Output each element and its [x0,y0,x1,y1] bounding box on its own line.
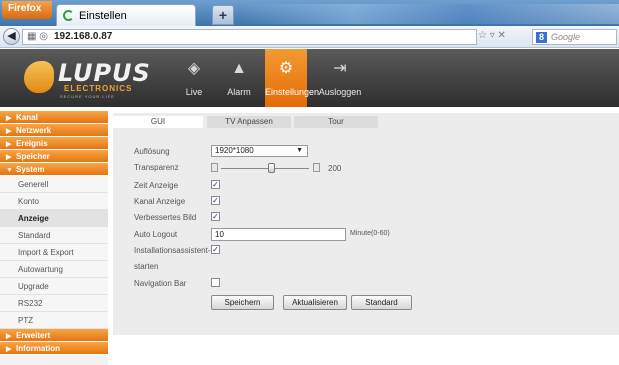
sidebar-item-anzeige[interactable]: Anzeige [0,210,108,227]
installationsassistent-label: Installationsassistent- [134,246,211,255]
sidebar-cat-erweitert[interactable]: ▶ Erweitert [0,329,108,342]
sidebar-item-ptz[interactable]: PTZ [0,312,108,329]
sidebar-cat-kanal[interactable]: ▶ Kanal [0,111,108,124]
sidebar-cat-netzwerk[interactable]: ▶ Netzwerk [0,124,108,137]
installationsassistent-checkbox[interactable]: ✓ [211,245,220,254]
transparenz-label: Transparenz [134,163,179,172]
sidebar-item-standard[interactable]: Standard [0,227,108,244]
settings-sidebar: ▶ Kanal ▶ Netzwerk ▶ Ereignis ▶ Speicher ▼ Sy… [0,111,108,365]
logo-tagline: SECURE YOUR LIFE [60,94,115,99]
auto-logout-unit: Minute(0-60) [350,230,390,237]
back-button[interactable]: ◀ [3,28,20,45]
auto-logout-label: Auto Logout [134,230,178,239]
slider-max-icon [313,163,320,172]
kanal-anzeige-checkbox[interactable]: ✓ [211,196,220,205]
nav-alarm[interactable]: ▲ Alarm [218,49,260,107]
site-icon: ▦ ◎ [27,31,48,42]
logo-name: LUPUS [58,59,151,87]
nav-live[interactable]: ◈ Live [173,49,215,107]
sidebar-item-konto[interactable]: Konto [0,193,108,210]
titlebar-background [240,4,619,24]
new-tab-button[interactable]: + [212,5,234,25]
url-controls[interactable]: ☆ ▿ ✕ [478,29,526,45]
browser-titlebar: Firefox Einstellen + [0,0,619,26]
verbessertes-bild-label: Verbessertes Bild [134,213,197,222]
refresh-button[interactable]: Aktualisieren [283,295,347,310]
lupus-logo: LUPUS ELECTRONICS SECURE YOUR LIFE [10,55,150,101]
nav-ausloggen-label: Ausloggen [318,87,362,97]
camera-icon: ◈ [187,60,201,77]
tab-title: Einstellen [79,9,127,22]
logout-icon: ⇥ [333,60,347,77]
nav-einstellungen[interactable]: ⚙ Einstellungen [265,49,320,107]
browser-navbar: ◀ ▦ ◎ 192.168.0.87 ☆ ▿ ✕ 8 Google [0,26,619,48]
nav-live-label: Live [185,87,203,97]
sidebar-item-generell[interactable]: Generell [0,176,108,193]
tab-gui[interactable]: GUI [113,116,203,128]
tab-tour[interactable]: Tour [294,116,378,128]
tab-tv-anpassen[interactable]: TV Anpassen [207,116,291,128]
installationsassistent-label-2: starten [134,262,159,271]
zeit-anzeige-label: Zeit Anzeige [134,181,179,190]
browser-tab[interactable]: Einstellen [56,4,196,26]
aufloesung-value: 1920*1080 [215,146,254,155]
logo-sub: ELECTRONICS [64,84,133,93]
auto-logout-input[interactable]: 10 [211,228,346,241]
search-box[interactable]: 8 Google [532,29,617,45]
gear-icon: ⚙ [278,60,294,77]
slider-min-icon [211,163,218,172]
sidebar-cat-system[interactable]: ▼ System [0,163,108,176]
nav-alarm-label: Alarm [227,87,251,97]
zeit-anzeige-checkbox[interactable]: ✓ [211,180,220,189]
google-icon: 8 [536,31,547,43]
verbessertes-bild-checkbox[interactable]: ✓ [211,212,220,221]
navigation-bar-label: Navigation Bar [134,279,187,288]
sidebar-item-autowartung[interactable]: Autowartung [0,261,108,278]
sidebar-item-import-export[interactable]: Import & Export [0,244,108,261]
firefox-menu-button[interactable]: Firefox [2,1,52,19]
bell-icon: ▲ [231,60,247,77]
loading-icon [63,10,74,21]
app-header: LUPUS ELECTRONICS SECURE YOUR LIFE ◈ Liv… [0,49,619,107]
nav-ausloggen[interactable]: ⇥ Ausloggen [315,49,365,107]
chevron-down-icon: ▼ [296,147,303,154]
transparenz-slider-handle[interactable] [268,163,275,173]
save-button[interactable]: Speichern [211,295,274,310]
url-bar[interactable]: ▦ ◎ 192.168.0.87 [22,29,477,45]
url-text: 192.168.0.87 [53,31,113,42]
kanal-anzeige-label: Kanal Anzeige [134,197,186,206]
transparenz-value: 200 [328,164,342,173]
default-button[interactable]: Standard [351,295,412,310]
nav-einstellungen-label: Einstellungen [265,87,320,97]
dog-logo-icon [24,61,54,93]
transparenz-slider-track[interactable] [221,168,309,169]
sidebar-cat-information[interactable]: ▶ Information [0,342,108,355]
sidebar-item-upgrade[interactable]: Upgrade [0,278,108,295]
sidebar-cat-ereignis[interactable]: ▶ Ereignis [0,137,108,150]
search-placeholder: Google [551,32,581,42]
settings-tabs: GUI TV Anpassen Tour [113,113,619,128]
sidebar-item-rs232[interactable]: RS232 [0,295,108,312]
navigation-bar-checkbox[interactable] [211,278,220,287]
sidebar-cat-speicher[interactable]: ▶ Speicher [0,150,108,163]
settings-panel: GUI TV Anpassen Tour Auflösung 1920*1080… [113,113,619,335]
gui-form: Auflösung 1920*1080 ▼ Transparenz 200 Ze… [113,128,619,335]
aufloesung-select[interactable]: 1920*1080 ▼ [211,145,308,157]
aufloesung-label: Auflösung [134,147,170,156]
